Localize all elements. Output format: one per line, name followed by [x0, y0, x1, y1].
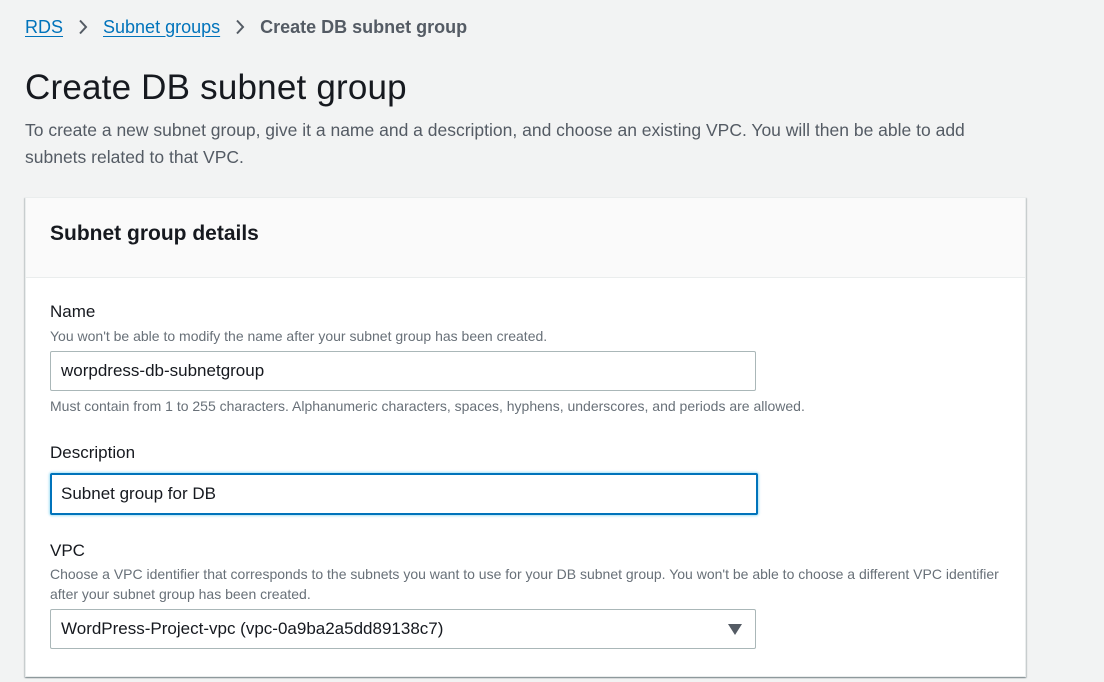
vpc-hint: Choose a VPC identifier that corresponds… [50, 566, 999, 602]
name-label: Name [50, 302, 96, 321]
breadcrumb-link-rds[interactable]: RDS [25, 17, 63, 38]
vpc-selected-value: WordPress-Project-vpc (vpc-0a9ba2a5dd891… [61, 619, 444, 638]
panel-title: Subnet group details [50, 222, 259, 245]
name-field-group: Name You won't be able to modify the nam… [50, 301, 805, 416]
vpc-field-group: VPC Choose a VPC identifier that corresp… [50, 540, 1005, 649]
page: RDS Subnet groups Create DB subnet group… [0, 0, 1104, 682]
description-field-group: Description [50, 442, 758, 515]
panel-header: Subnet group details [26, 198, 1025, 278]
chevron-right-icon [220, 16, 260, 38]
description-input[interactable] [50, 473, 758, 515]
breadcrumb: RDS Subnet groups Create DB subnet group [25, 16, 467, 38]
page-title: Create DB subnet group [25, 68, 407, 107]
name-constraint-text: Must contain from 1 to 255 characters. A… [50, 398, 805, 414]
page-description: To create a new subnet group, give it a … [25, 120, 965, 167]
chevron-right-icon [63, 16, 103, 38]
breadcrumb-current: Create DB subnet group [260, 16, 468, 37]
name-input[interactable] [50, 351, 756, 391]
breadcrumb-link-subnet-groups[interactable]: Subnet groups [103, 17, 220, 38]
vpc-label: VPC [50, 541, 85, 560]
name-hint: You won't be able to modify the name aft… [50, 328, 548, 344]
vpc-select[interactable]: WordPress-Project-vpc (vpc-0a9ba2a5dd891… [50, 609, 756, 649]
description-label: Description [50, 443, 136, 462]
subnet-group-details-panel: Subnet group details Name You won't be a… [25, 197, 1026, 677]
caret-down-icon [728, 624, 742, 635]
